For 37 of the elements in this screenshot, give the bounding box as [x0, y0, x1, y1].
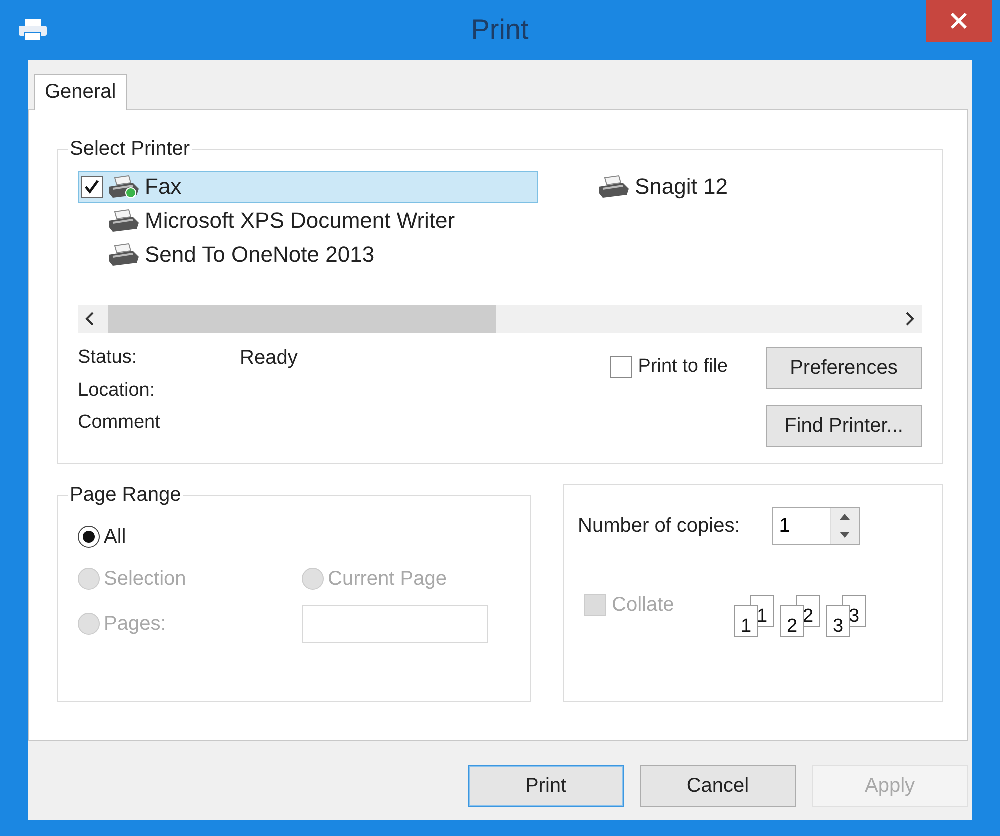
printer-item[interactable]: Snagit 12 — [568, 171, 922, 203]
down-arrow-icon[interactable] — [840, 532, 850, 538]
field-label: Comment — [78, 412, 162, 434]
radio-button[interactable] — [78, 526, 100, 548]
radio-label: Selection — [104, 568, 186, 590]
group-label: Page Range — [69, 484, 182, 507]
copies-spinner[interactable]: 1 — [772, 507, 860, 545]
printer-icon — [107, 243, 141, 267]
field-label: Status: — [78, 347, 138, 370]
dialog-button[interactable]: Cancel — [640, 765, 796, 807]
copies-label: Number of copies: — [578, 514, 740, 538]
radio-label: All — [104, 526, 126, 548]
printer-icon — [18, 18, 48, 42]
dialog-button[interactable]: Preferences — [766, 347, 922, 389]
printer-icon — [597, 175, 631, 199]
checkbox-label: Collate — [612, 594, 674, 616]
dialog-button[interactable]: Print — [468, 765, 624, 807]
close-button[interactable] — [926, 0, 992, 42]
field-label: Location: — [78, 380, 156, 402]
radio-label: Pages: — [104, 612, 166, 636]
printer-item[interactable]: Microsoft XPS Document Writer — [78, 205, 538, 237]
field-value: Ready — [240, 347, 298, 370]
close-icon — [950, 12, 968, 30]
dialog-button[interactable]: Find Printer... — [766, 405, 922, 447]
checkbox[interactable] — [610, 356, 632, 378]
group-label: Select Printer — [69, 138, 192, 161]
horizontal-scrollbar[interactable] — [78, 305, 922, 333]
collate-drawing: 1 1 2 2 3 3 — [734, 595, 866, 637]
printer-icon — [107, 209, 141, 233]
window-title: Print — [471, 14, 529, 46]
up-arrow-icon[interactable] — [840, 514, 850, 520]
fax-icon — [107, 175, 141, 199]
checkbox-label: Print to file — [638, 356, 728, 378]
printer-item[interactable]: Send To OneNote 2013 — [78, 239, 538, 271]
tab[interactable]: General — [34, 74, 128, 110]
printer-item[interactable]: Fax — [78, 171, 538, 203]
radio-label: Current Page — [328, 568, 447, 590]
